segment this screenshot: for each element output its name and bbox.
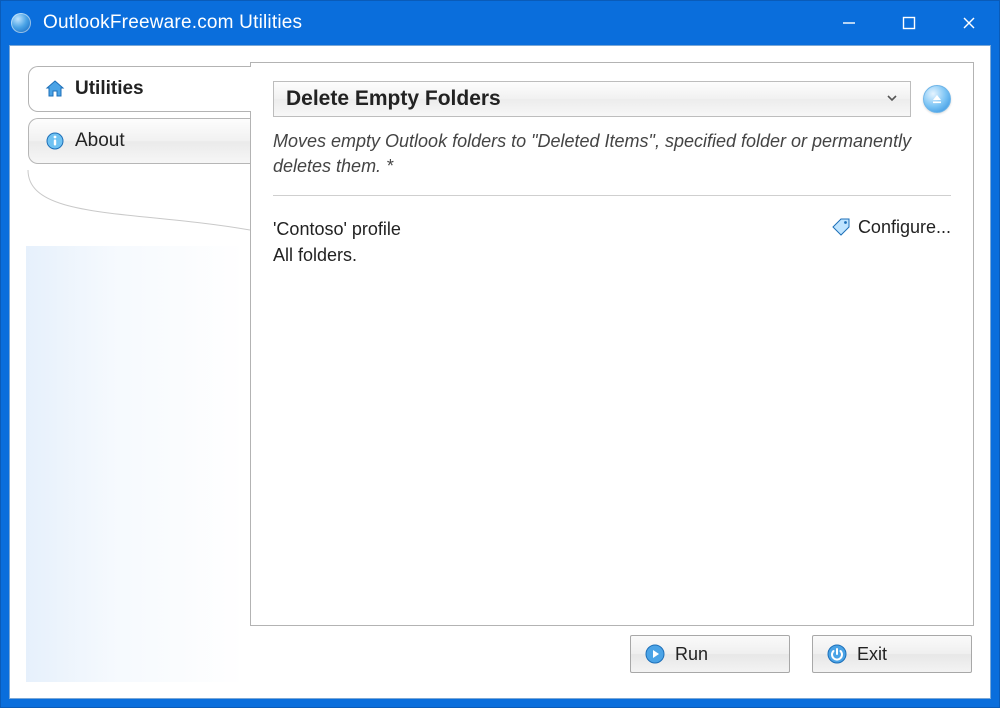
tab-utilities[interactable]: Utilities — [28, 66, 251, 112]
app-window: OutlookFreeware.com Utilities — [0, 0, 1000, 708]
sidebar-curve — [26, 170, 250, 260]
tab-label: Utilities — [75, 78, 144, 100]
window-controls — [819, 1, 999, 45]
app-icon — [11, 13, 31, 33]
footer: Run Exit — [26, 626, 974, 682]
collapse-button[interactable] — [923, 85, 951, 113]
exit-button[interactable]: Exit — [812, 635, 972, 673]
chevron-down-icon — [886, 91, 898, 107]
tab-about[interactable]: About — [28, 118, 250, 164]
tab-label: About — [75, 130, 125, 152]
configure-link[interactable]: Configure... — [830, 216, 951, 238]
utility-description: Moves empty Outlook folders to "Deleted … — [273, 129, 951, 179]
play-icon — [645, 644, 665, 664]
client-area: Utilities About Outlook Freeware .com — [9, 45, 991, 699]
utility-title: Delete Empty Folders — [286, 87, 501, 111]
power-icon — [827, 644, 847, 664]
run-label: Run — [675, 644, 708, 665]
eject-icon — [931, 93, 943, 105]
info-icon — [45, 131, 65, 151]
sidebar: Utilities About Outlook Freeware .com — [26, 62, 250, 626]
config-summary: 'Contoso' profile All folders. — [273, 216, 401, 268]
home-icon — [45, 79, 65, 99]
run-button[interactable]: Run — [630, 635, 790, 673]
main-panel: Delete Empty Folders Moves empty Outlook… — [250, 62, 974, 626]
profile-line: 'Contoso' profile — [273, 216, 401, 242]
utility-dropdown[interactable]: Delete Empty Folders — [273, 81, 911, 117]
configure-label: Configure... — [858, 217, 951, 238]
tag-icon — [830, 216, 852, 238]
minimize-button[interactable] — [819, 1, 879, 45]
close-button[interactable] — [939, 1, 999, 45]
titlebar: OutlookFreeware.com Utilities — [1, 1, 999, 45]
maximize-button[interactable] — [879, 1, 939, 45]
exit-label: Exit — [857, 644, 887, 665]
divider — [273, 195, 951, 196]
window-title: OutlookFreeware.com Utilities — [43, 12, 302, 34]
scope-line: All folders. — [273, 242, 401, 268]
